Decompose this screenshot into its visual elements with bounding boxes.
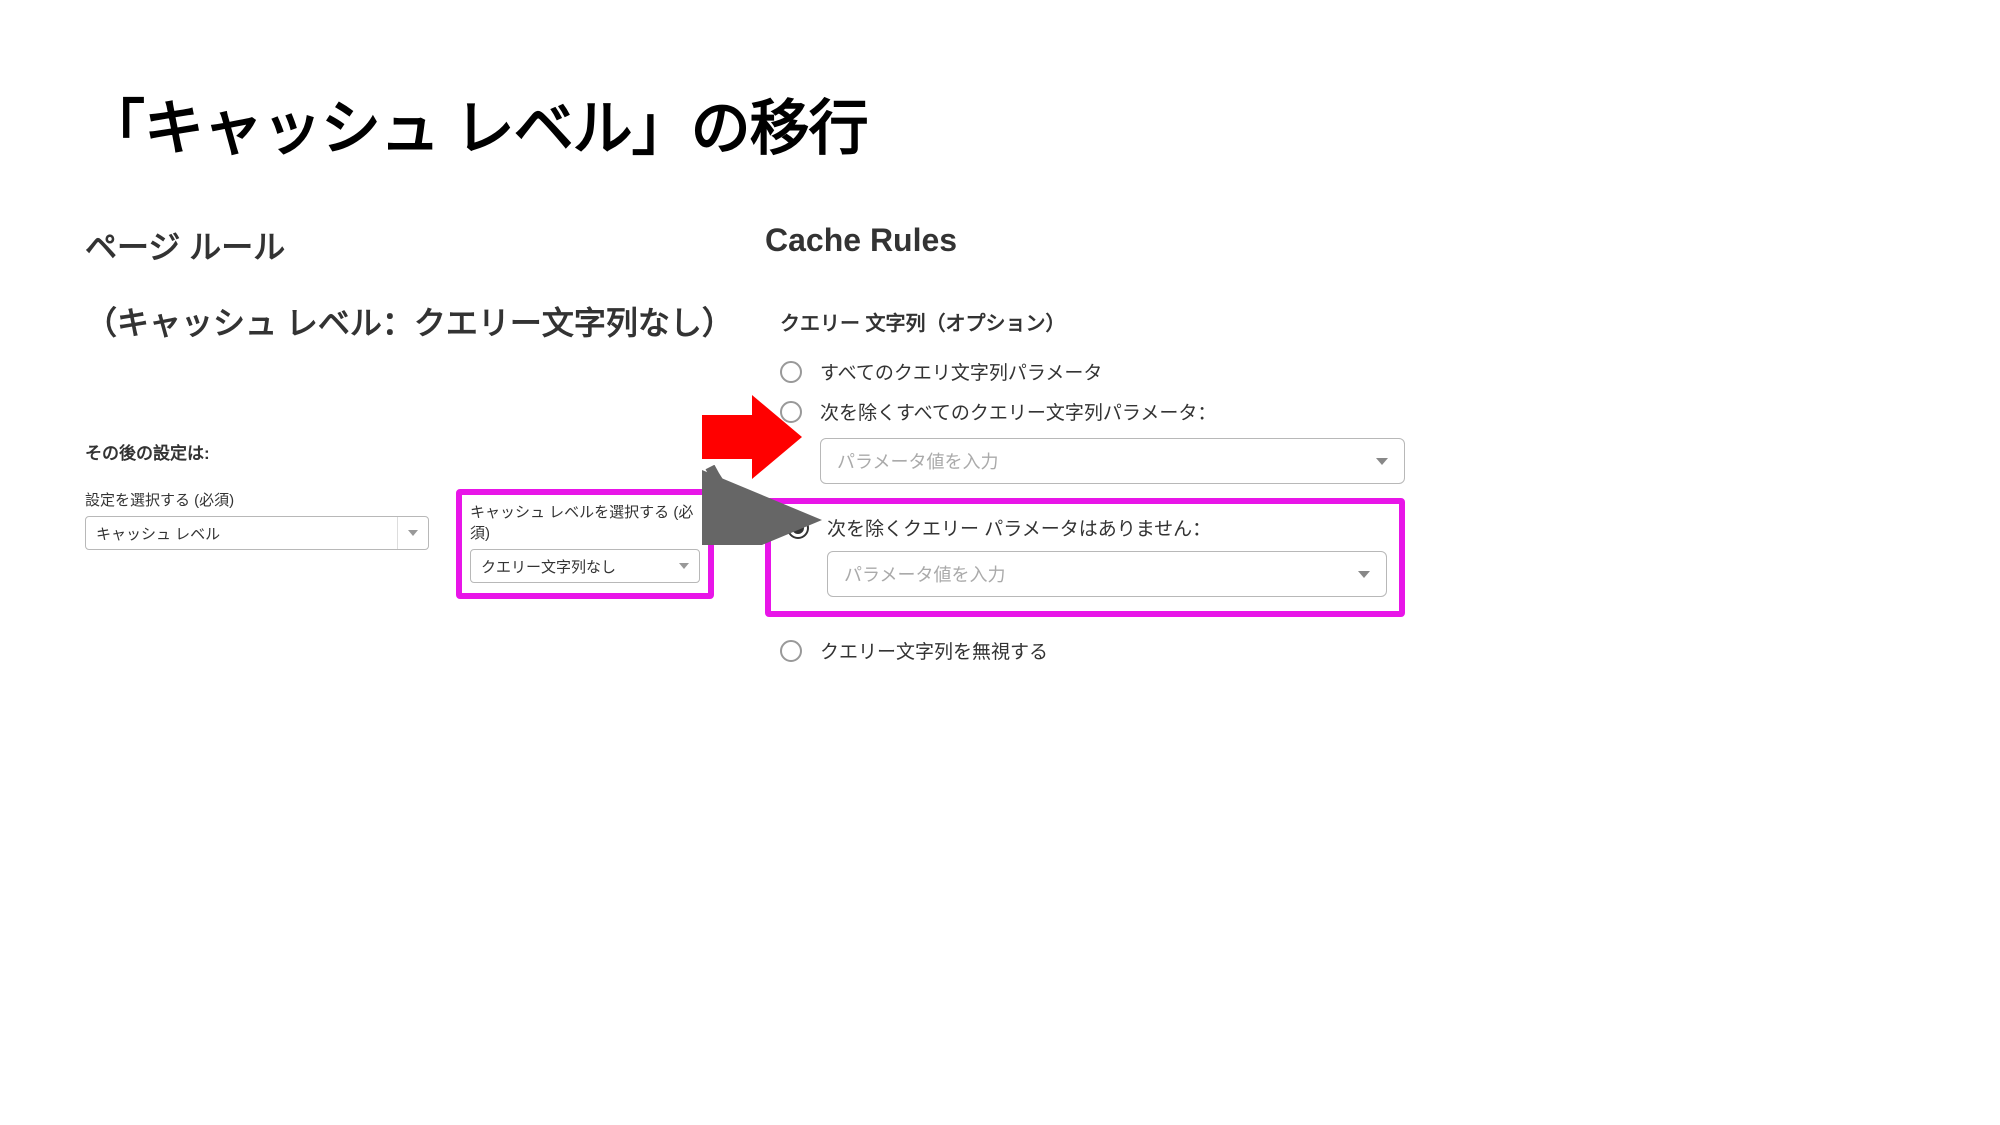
param-placeholder: パラメータ値を入力 bbox=[837, 448, 998, 474]
radio-option-none-except[interactable]: 次を除くクエリー パラメータはありません： bbox=[787, 514, 1387, 541]
radio-icon[interactable] bbox=[780, 640, 802, 662]
query-string-label: クエリー 文字列（オプション） bbox=[780, 307, 1405, 336]
radio-label: 次を除くすべてのクエリー文字列パラメータ： bbox=[820, 398, 1216, 425]
none-except-highlight: 次を除くクエリー パラメータはありません： パラメータ値を入力 bbox=[765, 498, 1405, 617]
radio-label: クエリー文字列を無視する bbox=[820, 637, 1048, 664]
radio-label: すべてのクエリ文字列パラメータ bbox=[820, 358, 1102, 385]
cache-rules-heading: Cache Rules bbox=[765, 222, 1405, 259]
chevron-down-icon bbox=[1376, 458, 1388, 465]
select-cache-level-label: キャッシュ レベルを選択する (必須) bbox=[470, 501, 700, 543]
param-input-none-except[interactable]: パラメータ値を入力 bbox=[827, 551, 1387, 597]
page-rules-column: ページ ルール （キャッシュ レベル：クエリー文字列なし） その後の設定は: 設… bbox=[85, 222, 725, 599]
radio-option-ignore[interactable]: クエリー文字列を無視する bbox=[780, 637, 1405, 664]
page-rules-heading: ページ ルール bbox=[85, 222, 725, 268]
page-rules-subheading: （キャッシュ レベル：クエリー文字列なし） bbox=[85, 298, 725, 344]
radio-icon[interactable] bbox=[780, 361, 802, 383]
radio-option-all-except[interactable]: 次を除くすべてのクエリー文字列パラメータ： bbox=[780, 398, 1405, 425]
chevron-down-icon bbox=[397, 517, 418, 549]
cache-level-highlight: キャッシュ レベルを選択する (必須) クエリー文字列なし bbox=[456, 489, 714, 599]
select-cache-level-dropdown[interactable]: クエリー文字列なし bbox=[470, 549, 700, 583]
settings-label: その後の設定は: bbox=[85, 439, 725, 464]
chevron-down-icon bbox=[679, 563, 689, 569]
cache-rules-column: Cache Rules クエリー 文字列（オプション） すべてのクエリ文字列パラ… bbox=[765, 222, 1405, 677]
param-placeholder: パラメータ値を入力 bbox=[844, 561, 1005, 587]
radio-option-all[interactable]: すべてのクエリ文字列パラメータ bbox=[780, 358, 1405, 385]
select-setting-label: 設定を選択する (必須) bbox=[85, 489, 429, 510]
radio-label: 次を除くクエリー パラメータはありません： bbox=[827, 514, 1211, 541]
radio-icon[interactable] bbox=[780, 401, 802, 423]
select-cache-level-value: クエリー文字列なし bbox=[481, 556, 616, 577]
select-setting-value: キャッシュ レベル bbox=[96, 523, 220, 544]
chevron-down-icon bbox=[1358, 571, 1370, 578]
radio-icon[interactable] bbox=[787, 517, 809, 539]
param-input-all-except[interactable]: パラメータ値を入力 bbox=[820, 438, 1405, 484]
page-title: 「キャッシュ レベル」の移行 bbox=[85, 80, 1915, 167]
select-setting-dropdown[interactable]: キャッシュ レベル bbox=[85, 516, 429, 550]
